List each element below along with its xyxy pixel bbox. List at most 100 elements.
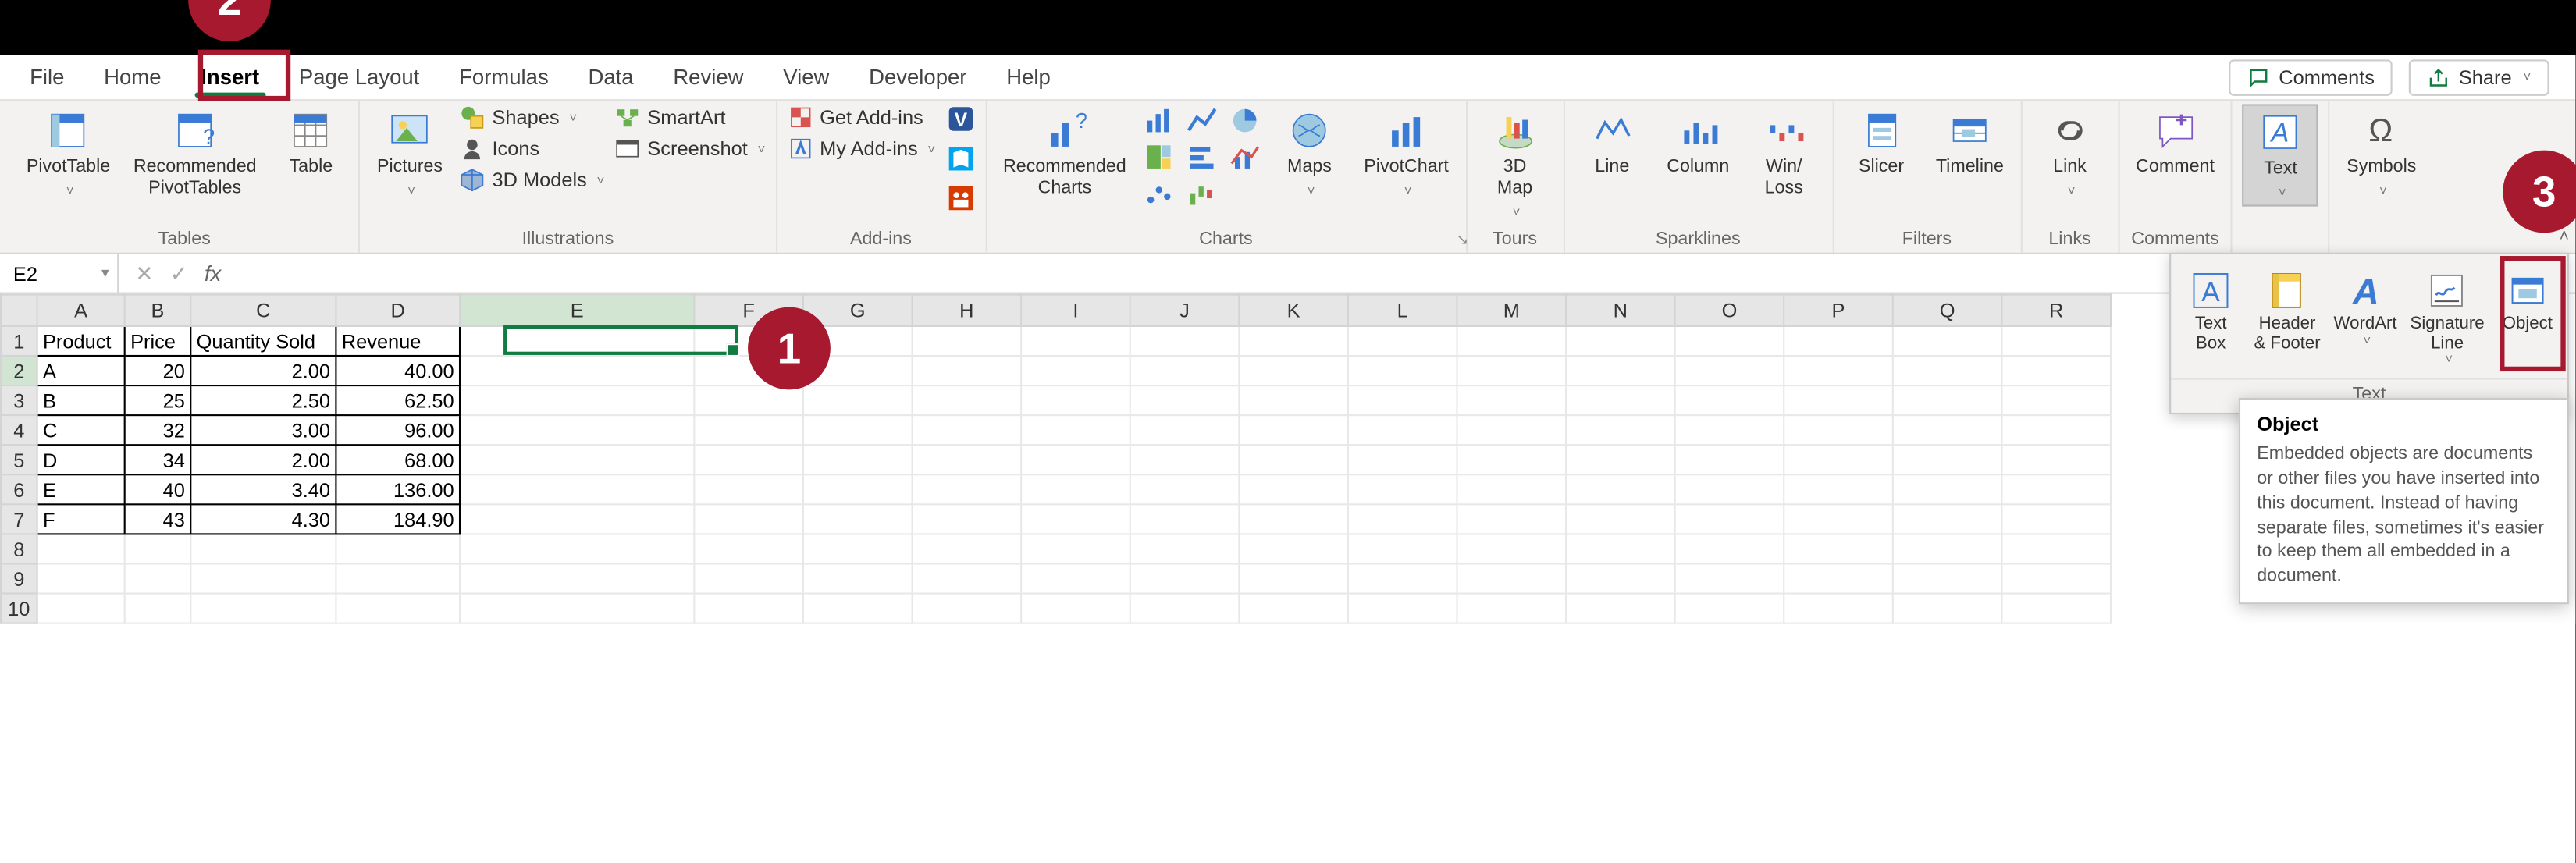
cell-E5[interactable] — [460, 445, 694, 474]
cell-I2[interactable] — [1021, 356, 1130, 385]
cell-B3[interactable]: 25 — [125, 385, 191, 415]
col-header-P[interactable]: P — [1784, 295, 1893, 326]
cell-D3[interactable]: 62.50 — [336, 385, 460, 415]
cell-N3[interactable] — [1566, 385, 1675, 415]
cell-H2[interactable] — [913, 356, 1022, 385]
cell-B2[interactable]: 20 — [125, 356, 191, 385]
cell-I9[interactable] — [1021, 563, 1130, 593]
link-button[interactable]: Link — [2032, 104, 2108, 203]
col-header-N[interactable]: N — [1566, 295, 1675, 326]
cell-M2[interactable] — [1457, 356, 1566, 385]
cell-I4[interactable] — [1021, 415, 1130, 445]
cell-P3[interactable] — [1784, 385, 1893, 415]
cell-L2[interactable] — [1348, 356, 1457, 385]
col-header-B[interactable]: B — [125, 295, 191, 326]
cell-A5[interactable]: D — [37, 445, 125, 474]
col-header-C[interactable]: C — [190, 295, 336, 326]
cell-L9[interactable] — [1348, 563, 1457, 593]
cell-L1[interactable] — [1348, 326, 1457, 356]
cell-C6[interactable]: 3.40 — [190, 474, 336, 504]
cell-L10[interactable] — [1348, 594, 1457, 623]
share-button[interactable]: Share — [2409, 59, 2549, 95]
cell-A6[interactable]: E — [37, 474, 125, 504]
cell-M9[interactable] — [1457, 563, 1566, 593]
tab-home[interactable]: Home — [84, 56, 181, 98]
cell-F9[interactable] — [694, 563, 803, 593]
row-header-3[interactable]: 3 — [1, 385, 37, 415]
cell-G4[interactable] — [803, 415, 913, 445]
cell-F5[interactable] — [694, 445, 803, 474]
cell-Q5[interactable] — [1893, 445, 2002, 474]
cell-F3[interactable] — [694, 385, 803, 415]
cell-K2[interactable] — [1239, 356, 1348, 385]
enter-formula-icon[interactable]: ✓ — [170, 260, 188, 286]
cell-H6[interactable] — [913, 474, 1022, 504]
cell-C2[interactable]: 2.00 — [190, 356, 336, 385]
cell-O9[interactable] — [1675, 563, 1784, 593]
cell-R1[interactable] — [2001, 326, 2111, 356]
cell-J6[interactable] — [1130, 474, 1240, 504]
row-header-7[interactable]: 7 — [1, 504, 37, 534]
cell-J9[interactable] — [1130, 563, 1240, 593]
cell-H5[interactable] — [913, 445, 1022, 474]
shapes-button[interactable]: Shapes — [459, 104, 577, 130]
cell-G3[interactable] — [803, 385, 913, 415]
cell-K3[interactable] — [1239, 385, 1348, 415]
row-header-8[interactable]: 8 — [1, 534, 37, 563]
col-header-D[interactable]: D — [336, 295, 460, 326]
cell-J1[interactable] — [1130, 326, 1240, 356]
cell-G7[interactable] — [803, 504, 913, 534]
cell-J10[interactable] — [1130, 594, 1240, 623]
cell-J4[interactable] — [1130, 415, 1240, 445]
col-header-M[interactable]: M — [1457, 295, 1566, 326]
cell-Q1[interactable] — [1893, 326, 2002, 356]
cell-G8[interactable] — [803, 534, 913, 563]
col-header-A[interactable]: A — [37, 295, 125, 326]
cell-A9[interactable] — [37, 563, 125, 593]
new-comment-button[interactable]: Comment — [2129, 104, 2222, 183]
cell-A4[interactable]: C — [37, 415, 125, 445]
cell-R2[interactable] — [2001, 356, 2111, 385]
cell-G9[interactable] — [803, 563, 913, 593]
recommended-charts-button[interactable]: ? Recommended Charts — [997, 104, 1133, 205]
my-addins-button[interactable]: My Add-ins — [787, 136, 935, 162]
cell-D4[interactable]: 96.00 — [336, 415, 460, 445]
signature-line-button[interactable]: Signature Line — [2407, 268, 2488, 371]
cell-E9[interactable] — [460, 563, 694, 593]
cell-Q7[interactable] — [1893, 504, 2002, 534]
cell-M7[interactable] — [1457, 504, 1566, 534]
cell-O7[interactable] — [1675, 504, 1784, 534]
tab-insert[interactable]: Insert — [181, 56, 279, 98]
cell-H10[interactable] — [913, 594, 1022, 623]
cell-B7[interactable]: 43 — [125, 504, 191, 534]
cell-K8[interactable] — [1239, 534, 1348, 563]
cell-N6[interactable] — [1566, 474, 1675, 504]
scatter-chart-icon[interactable] — [1143, 177, 1176, 210]
cell-O8[interactable] — [1675, 534, 1784, 563]
smartart-button[interactable]: SmartArt — [614, 104, 725, 130]
cell-O1[interactable] — [1675, 326, 1784, 356]
cell-A10[interactable] — [37, 594, 125, 623]
cell-B4[interactable]: 32 — [125, 415, 191, 445]
cell-N2[interactable] — [1566, 356, 1675, 385]
cell-E4[interactable] — [460, 415, 694, 445]
cell-D2[interactable]: 40.00 — [336, 356, 460, 385]
text-dropdown-button[interactable]: A Text — [2243, 104, 2318, 207]
3d-models-button[interactable]: 3D Models — [459, 167, 604, 194]
cell-J5[interactable] — [1130, 445, 1240, 474]
cell-L5[interactable] — [1348, 445, 1457, 474]
treemap-chart-icon[interactable] — [1143, 140, 1176, 173]
symbols-button[interactable]: Ω Symbols — [2340, 104, 2423, 203]
wordart-button[interactable]: A WordArt — [2330, 268, 2400, 371]
tab-file[interactable]: File — [10, 56, 84, 98]
collapse-ribbon-button[interactable]: ˄ — [2560, 228, 2569, 246]
cell-C5[interactable]: 2.00 — [190, 445, 336, 474]
header-footer-button[interactable]: Header & Footer — [2250, 268, 2324, 371]
cell-F7[interactable] — [694, 504, 803, 534]
row-header-1[interactable]: 1 — [1, 326, 37, 356]
cell-Q6[interactable] — [1893, 474, 2002, 504]
cell-K4[interactable] — [1239, 415, 1348, 445]
visio-addin-icon[interactable]: V — [945, 104, 975, 133]
cell-H7[interactable] — [913, 504, 1022, 534]
cell-G5[interactable] — [803, 445, 913, 474]
